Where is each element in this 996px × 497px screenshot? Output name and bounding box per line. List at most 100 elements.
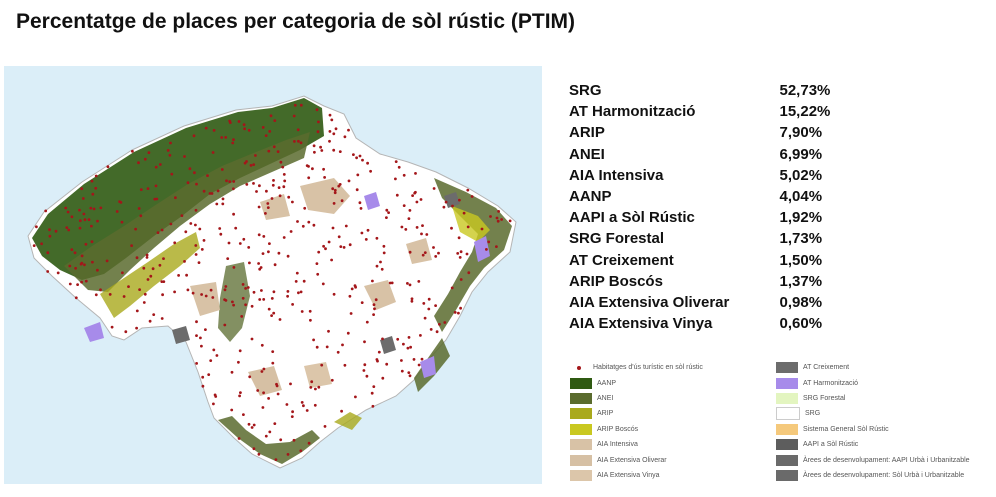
stat-row: AT Harmonització 15,22% [569, 101, 849, 122]
tourist-dwelling-point [220, 168, 224, 171]
tourist-dwelling-point [268, 242, 271, 246]
tourist-dwelling-point [173, 241, 177, 245]
tourist-dwelling-point [254, 154, 257, 157]
tourist-dwelling-point [412, 358, 416, 361]
tourist-dwelling-point [307, 165, 310, 168]
tourist-dwelling-point [281, 165, 285, 169]
tourist-dwelling-point [142, 301, 146, 304]
tourist-dwelling-point [186, 288, 190, 292]
legend-item: Sistema General Sòl Rústic [776, 422, 970, 437]
tourist-dwelling-point [333, 188, 337, 192]
legend-label: AT Harmonització [803, 379, 858, 387]
tourist-dwelling-point [459, 278, 463, 281]
legend-swatch [776, 423, 798, 435]
tourist-dwelling-point [349, 312, 353, 315]
tourist-dwelling-point [322, 167, 325, 171]
tourist-dwelling-point [327, 329, 330, 333]
tourist-dwelling-point [402, 173, 406, 177]
tourist-dwelling-point [237, 360, 240, 364]
tourist-dwelling-point [180, 214, 184, 218]
tourist-dwelling-point [320, 149, 324, 152]
tourist-dwelling-point [212, 129, 216, 132]
tourist-dwelling-point [242, 237, 246, 241]
tourist-dwelling-point [174, 196, 177, 200]
tourist-dwelling-point [78, 226, 82, 230]
tourist-dwelling-point [250, 426, 254, 429]
tourist-dwelling-point [83, 218, 87, 222]
tourist-dwelling-point [127, 285, 130, 288]
tourist-dwelling-point [379, 260, 382, 264]
tourist-dwelling-point [434, 255, 438, 258]
tourist-dwelling-point [363, 363, 367, 367]
tourist-dwelling-point [270, 297, 274, 300]
tourist-dwelling-point [230, 370, 234, 374]
legend-item: ARIP [570, 406, 703, 421]
tourist-dwelling-point [258, 298, 262, 301]
tourist-dwelling-point [276, 150, 280, 153]
tourist-dwelling-point [317, 250, 321, 254]
legend-item: AT Harmonització [776, 375, 970, 390]
tourist-dwelling-point [319, 145, 322, 149]
tourist-dwelling-point [470, 195, 474, 198]
tourist-dwelling-point [257, 205, 261, 209]
tourist-dwelling-point [292, 438, 296, 442]
tourist-dwelling-point [260, 370, 264, 373]
tourist-dwelling-point [248, 375, 252, 379]
tourist-dwelling-point [278, 318, 282, 321]
tourist-dwelling-point [266, 202, 270, 205]
tourist-dwelling-point [238, 242, 242, 245]
tourist-dwelling-point [261, 252, 265, 256]
tourist-dwelling-point [210, 192, 214, 195]
legend-item: AANP [570, 375, 703, 390]
tourist-dwelling-point [296, 220, 299, 223]
tourist-dwelling-point [271, 183, 275, 187]
stat-value: 0,60% [779, 315, 823, 333]
tourist-dwelling-point [420, 232, 423, 236]
tourist-dwelling-point [142, 266, 146, 270]
tourist-dwelling-point [308, 309, 312, 313]
tourist-dwelling-point [366, 161, 369, 165]
tourist-dwelling-point [458, 198, 461, 202]
tourist-dwelling-point [315, 262, 319, 265]
tourist-dwelling-point [216, 189, 220, 193]
tourist-dwelling-point [286, 294, 289, 298]
legend-swatch [570, 423, 592, 435]
legend-item: AIA Extensiva Oliverar [570, 452, 703, 467]
tourist-dwelling-point [124, 330, 128, 334]
tourist-dwelling-point [78, 208, 81, 212]
tourist-dwelling-point [270, 314, 273, 317]
tourist-dwelling-point [275, 384, 279, 388]
tourist-dwelling-point [299, 290, 303, 294]
tourist-dwelling-point [223, 298, 227, 301]
tourist-dwelling-point [110, 325, 114, 329]
tourist-dwelling-point [221, 202, 225, 206]
tourist-dwelling-point [352, 153, 355, 156]
tourist-dwelling-point [305, 409, 309, 412]
tourist-dwelling-point [395, 193, 399, 197]
tourist-dwelling-point [406, 346, 410, 350]
tourist-dwelling-point [91, 192, 95, 196]
tourist-dwelling-point [234, 226, 238, 230]
tourist-dwelling-point [382, 251, 386, 255]
tourist-dwelling-point [195, 362, 199, 365]
tourist-dwelling-point [80, 280, 83, 284]
tourist-dwelling-point [255, 190, 258, 193]
tourist-dwelling-point [370, 391, 374, 395]
at-harm-3 [84, 322, 104, 342]
stat-value: 1,73% [779, 230, 823, 248]
tourist-dwelling-point [212, 348, 216, 352]
tourist-dwelling-point [240, 315, 244, 318]
tourist-dwelling-point [307, 176, 311, 180]
stat-value: 15,22% [779, 103, 831, 121]
tourist-dwelling-point [244, 303, 248, 307]
tourist-dwelling-point [302, 404, 305, 408]
legend-item: AT Creixement [776, 360, 970, 375]
tourist-dwelling-point [299, 449, 303, 453]
tourist-dwelling-point [312, 338, 315, 342]
tourist-dwelling-point [400, 359, 403, 362]
tourist-dwelling-point [118, 200, 121, 204]
tourist-dwelling-point [267, 307, 271, 311]
stat-row: ARIP Boscós 1,37% [569, 271, 849, 292]
tourist-dwelling-point [459, 306, 462, 310]
tourist-dwelling-point [223, 323, 227, 327]
